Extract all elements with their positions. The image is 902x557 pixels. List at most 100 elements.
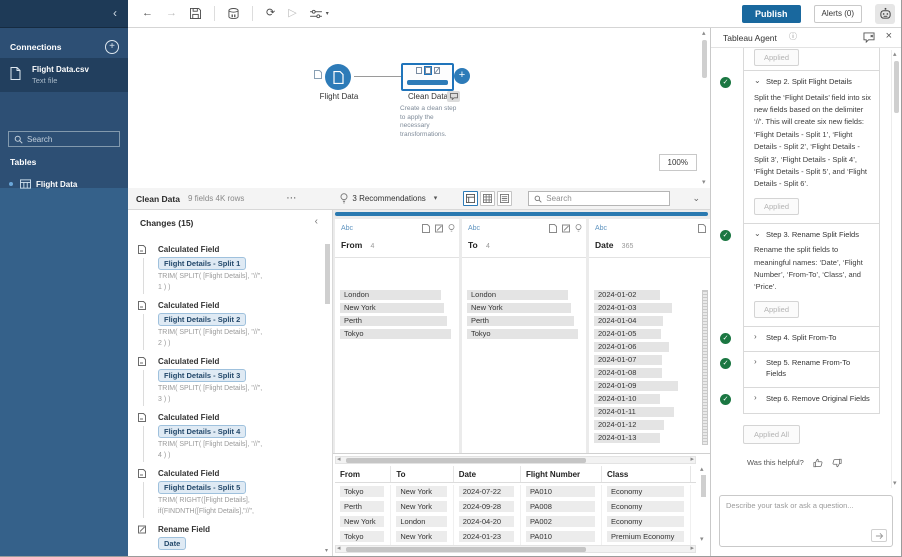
chevron-down-icon[interactable] (754, 77, 762, 85)
scroll-right-icon[interactable] (690, 456, 694, 463)
field-name[interactable]: To (468, 240, 478, 250)
input-node-flight-data[interactable] (325, 64, 351, 90)
field-name[interactable]: Date (595, 240, 613, 250)
field-pill[interactable]: Flight Details - Split 1 (158, 257, 246, 270)
add-node-button[interactable] (454, 68, 470, 84)
scroll-down-icon[interactable] (700, 536, 704, 543)
publish-button[interactable]: Publish (742, 5, 801, 23)
profile-value-row[interactable]: London (467, 290, 581, 303)
agent-step-card[interactable]: Step 4. Split From-To (743, 326, 880, 353)
grid-horizontal-scrollbar-top[interactable] (335, 456, 696, 464)
field-pill[interactable]: Flight Details - Split 4 (158, 425, 246, 438)
profile-value-row[interactable]: New York (340, 303, 454, 316)
scroll-up-icon[interactable] (702, 30, 706, 37)
applied-button[interactable]: Applied (754, 198, 799, 215)
changes-vertical-scrollbar[interactable] (325, 244, 331, 554)
profile-value-row[interactable]: 2024-01-04 (594, 316, 700, 329)
profile-view-button[interactable] (463, 191, 478, 206)
scroll-down-icon[interactable] (893, 480, 897, 487)
profile-value-row[interactable]: 2024-01-07 (594, 355, 700, 368)
table-item-flight-data[interactable]: Flight Data (0, 176, 128, 192)
grid-header[interactable]: Class (602, 466, 691, 482)
flow-settings-icon[interactable] (310, 9, 322, 19)
step-title[interactable]: Step 5. Rename From-To Fields (766, 358, 872, 379)
scroll-left-icon[interactable] (337, 545, 341, 552)
clean-step-node[interactable] (401, 63, 454, 91)
scroll-right-icon[interactable] (690, 545, 694, 552)
agent-step-card[interactable]: Step 6. Remove Original Fields (743, 387, 880, 414)
agent-step-card[interactable]: Step 5. Rename From-To Fields (743, 351, 880, 388)
recommendation-bulb-icon[interactable] (448, 224, 455, 233)
profile-card-to[interactable]: Abc To 4 London New York Perth Tokyo (462, 219, 586, 453)
edit-field-icon[interactable] (562, 224, 570, 233)
profile-horizontal-scrollbar[interactable] (335, 212, 708, 216)
field-type-abc[interactable]: Abc (595, 225, 607, 232)
step-title[interactable]: Step 3. Rename Split Fields (766, 230, 859, 241)
profile-value-row[interactable]: 2024-01-13 (594, 433, 700, 446)
chevron-right-icon[interactable] (754, 394, 762, 402)
change-item[interactable]: Calculated Field Flight Details - Split … (128, 468, 324, 524)
profile-value-row[interactable]: Perth (340, 316, 454, 329)
grid-header[interactable]: Date (454, 466, 521, 482)
sidebar-search[interactable] (8, 131, 120, 147)
profile-value-row[interactable]: Tokyo (467, 329, 581, 342)
table-row[interactable]: New York London 2024-04-20 PA002 Economy (335, 515, 696, 530)
table-row[interactable]: Tokyo New York 2024-01-23 PA010 Premium … (335, 530, 696, 545)
field-options-icon[interactable] (422, 224, 430, 233)
collapse-sidebar-icon[interactable] (113, 7, 117, 19)
agent-vertical-scrollbar[interactable] (891, 50, 900, 488)
profile-card-date[interactable]: Abc Date 365 2024-01-02 2024-01-03 2024-… (589, 219, 710, 453)
profile-value-row[interactable]: 2024-01-06 (594, 342, 700, 355)
applied-button[interactable]: Applied (754, 49, 799, 66)
field-pill[interactable]: Flight Details - Split 2 (158, 313, 246, 326)
clean-pane-search[interactable] (528, 191, 670, 206)
scroll-up-icon[interactable] (893, 51, 897, 58)
profile-value-row[interactable]: 2024-01-02 (594, 290, 700, 303)
scrollbar-thumb[interactable] (701, 475, 706, 497)
profile-value-row[interactable]: 2024-01-10 (594, 394, 700, 407)
recommendation-bulb-icon[interactable] (575, 224, 582, 233)
step-comment-icon[interactable] (447, 91, 460, 102)
agent-step-card[interactable]: Step 3. Rename Split Fields Rename the s… (743, 223, 880, 327)
flow-vertical-scrollbar[interactable] (701, 30, 709, 186)
save-icon[interactable] (190, 8, 201, 19)
profile-value-row[interactable]: 2024-01-09 (594, 381, 700, 394)
profile-card-from[interactable]: Abc From 4 London New York Perth Tokyo (335, 219, 459, 453)
close-icon[interactable] (886, 31, 892, 42)
table-row[interactable]: Perth New York 2024-09-28 PA008 Economy (335, 500, 696, 515)
change-item[interactable]: Calculated Field Flight Details - Split … (128, 244, 324, 300)
add-connection-button[interactable] (105, 40, 119, 54)
scroll-down-icon[interactable] (702, 179, 706, 186)
profile-value-row[interactable]: 2024-01-12 (594, 420, 700, 433)
change-item[interactable]: Calculated Field Flight Details - Split … (128, 300, 324, 356)
chevron-down-icon[interactable] (326, 11, 329, 17)
field-pill[interactable]: Flight Details - Split 5 (158, 481, 246, 494)
scrollbar-thumb[interactable] (346, 458, 586, 463)
grid-header[interactable]: To (391, 466, 453, 482)
list-view-button[interactable] (497, 191, 512, 206)
grid-vertical-scrollbar[interactable] (699, 466, 708, 543)
profile-value-row[interactable]: 2024-01-03 (594, 303, 700, 316)
scrollbar-thumb[interactable] (325, 244, 330, 304)
applied-button[interactable]: Applied (754, 301, 799, 318)
sidebar-search-input[interactable] (27, 135, 114, 144)
chevron-right-icon[interactable] (754, 333, 762, 341)
send-icon[interactable] (871, 529, 887, 542)
clean-pane-search-input[interactable] (546, 194, 664, 203)
clear-conversation-icon[interactable] (863, 32, 875, 43)
step-title[interactable]: Step 4. Split From-To (766, 333, 836, 344)
field-name[interactable]: From (341, 240, 362, 250)
thumbs-up-icon[interactable] (813, 458, 823, 468)
step-title[interactable]: Step 2. Split Flight Details (766, 77, 852, 88)
date-column-scrollbar[interactable] (702, 290, 708, 445)
profile-value-row[interactable]: 2024-01-05 (594, 329, 700, 342)
field-options-icon[interactable] (549, 224, 557, 233)
collapse-pane-icon[interactable] (692, 194, 700, 203)
refresh-icon[interactable] (266, 8, 275, 19)
connection-item-flight-data[interactable]: Flight Data.csv Text file (0, 58, 128, 92)
alerts-button[interactable]: Alerts (0) (814, 5, 862, 23)
table-row[interactable]: Tokyo New York 2024-07-22 PA010 Economy (335, 485, 696, 500)
applied-all-button[interactable]: Applied All (743, 425, 800, 444)
field-options-icon[interactable] (698, 224, 706, 233)
field-pill[interactable]: Date (158, 537, 186, 550)
